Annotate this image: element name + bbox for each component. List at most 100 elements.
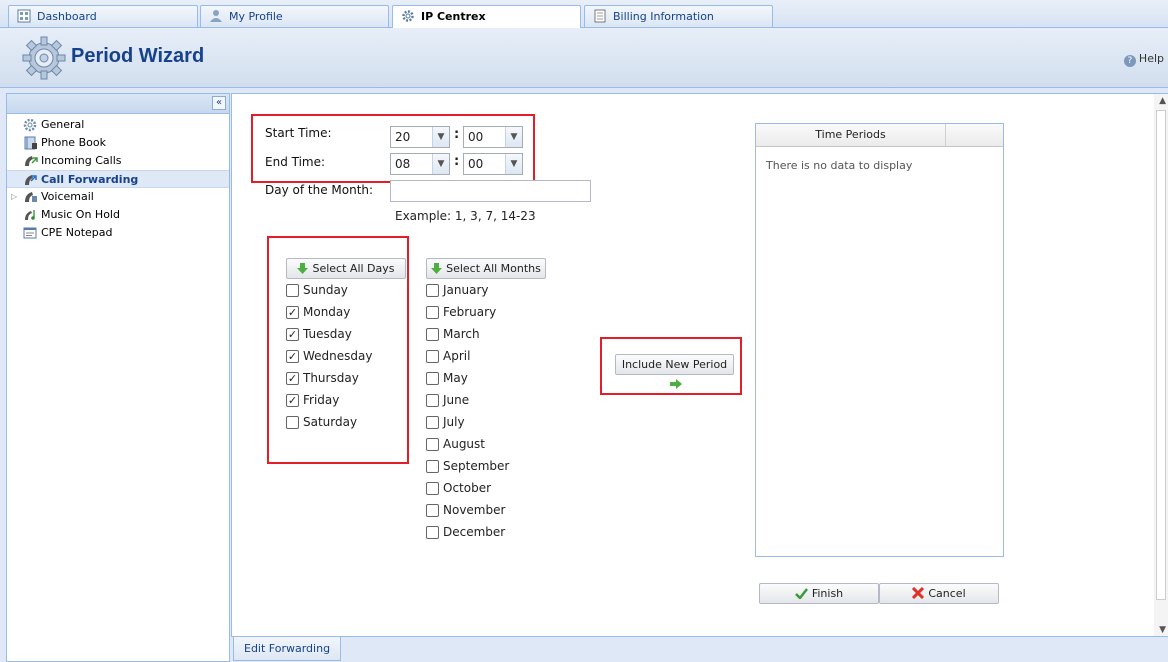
checkbox-label: May	[443, 371, 468, 385]
checkbox[interactable]	[426, 350, 439, 363]
checkbox[interactable]	[426, 416, 439, 429]
sidebar-item-label: Music On Hold	[41, 208, 120, 221]
checkbox-label: June	[443, 393, 470, 407]
month-checkbox-november[interactable]: November	[426, 501, 505, 519]
collapse-sidebar-button[interactable]: «	[212, 96, 226, 110]
scroll-down-arrow-icon[interactable]: ▼	[1159, 625, 1166, 635]
tab-my-profile[interactable]: My Profile	[200, 5, 389, 27]
call-forwarding-icon	[25, 175, 37, 185]
tab-billing-information[interactable]: Billing Information	[584, 5, 773, 27]
document-icon	[594, 9, 606, 23]
month-checkbox-october[interactable]: October	[426, 479, 491, 497]
help-icon: ?	[1123, 55, 1136, 67]
button-label: Cancel	[928, 587, 966, 600]
sidebar-item-voicemail[interactable]: ▷ Voicemail	[7, 188, 229, 206]
voicemail-icon	[25, 192, 37, 202]
sidebar-header: «	[7, 94, 229, 114]
checkbox[interactable]	[426, 526, 439, 539]
scroll-thumb[interactable]	[1156, 110, 1166, 600]
time-highlight-box	[251, 114, 535, 183]
day-of-month-example: Example: 1, 3, 7, 14-23	[395, 209, 536, 223]
month-checkbox-april[interactable]: April	[426, 347, 470, 365]
sidebar-item-incoming-calls[interactable]: Incoming Calls	[7, 152, 229, 170]
time-periods-column-header[interactable]: Time Periods	[756, 124, 946, 146]
vertical-scrollbar[interactable]: ▲ ▼	[1154, 94, 1168, 637]
checkbox[interactable]	[426, 504, 439, 517]
sidebar-item-label: Incoming Calls	[41, 154, 122, 167]
day-of-month-input[interactable]	[390, 180, 591, 202]
tab-label: IP Centrex	[421, 10, 486, 23]
help-link[interactable]: ? Help	[1123, 52, 1164, 67]
checkbox[interactable]	[426, 328, 439, 341]
month-checkbox-december[interactable]: December	[426, 523, 505, 541]
tab-label: Dashboard	[37, 10, 97, 23]
month-checkbox-january[interactable]: January	[426, 281, 489, 299]
checkbox[interactable]	[426, 460, 439, 473]
button-label: Select All Months	[446, 262, 541, 275]
gear-icon	[23, 118, 37, 132]
close-icon	[912, 587, 925, 599]
notepad-icon	[23, 227, 37, 239]
checkbox-label: October	[443, 481, 492, 495]
tab-ip-centrex[interactable]: IP Centrex	[392, 5, 581, 28]
checkbox[interactable]	[426, 482, 439, 495]
checkbox[interactable]	[426, 372, 439, 385]
month-checkbox-august[interactable]: August	[426, 435, 485, 453]
month-checkbox-september[interactable]: September	[426, 457, 509, 475]
tab-label: Billing Information	[613, 10, 714, 23]
checkbox-label: November	[443, 503, 506, 517]
main-panel: ▲ ▼ Start Time: 20 ▼ : 00 ▼ End Time: 08…	[231, 93, 1168, 637]
sidebar-item-label: CPE Notepad	[41, 226, 113, 239]
tab-label: Edit Forwarding	[244, 642, 331, 655]
checkbox-label: February	[443, 305, 497, 319]
button-label: Finish	[811, 587, 844, 600]
tab-label: My Profile	[229, 10, 283, 23]
music-icon	[25, 210, 35, 220]
finish-button[interactable]: Finish	[759, 583, 879, 604]
page-header: Period Wizard ? Help	[0, 28, 1168, 88]
month-checkbox-june[interactable]: June	[426, 391, 469, 409]
phonebook-icon	[24, 136, 37, 150]
checkbox[interactable]	[426, 284, 439, 297]
checkbox-label: September	[443, 459, 510, 473]
tab-dashboard[interactable]: Dashboard	[8, 5, 198, 27]
arrow-down-icon	[431, 263, 443, 274]
sidebar-item-label: Voicemail	[41, 190, 94, 203]
profile-icon	[210, 10, 222, 22]
checkbox[interactable]	[426, 438, 439, 451]
month-checkbox-july[interactable]: July	[426, 413, 465, 431]
checkbox-label: March	[443, 327, 480, 341]
sidebar-item-label: Phone Book	[41, 136, 106, 149]
sidebar-item-music-on-hold[interactable]: Music On Hold	[7, 206, 229, 224]
expand-arrow-icon[interactable]: ▷	[11, 188, 17, 206]
select-all-months-button[interactable]: Select All Months	[426, 258, 546, 279]
help-label: Help	[1138, 52, 1164, 65]
sidebar-item-call-forwarding[interactable]: Call Forwarding	[7, 170, 229, 188]
sidebar-item-cpe-notepad[interactable]: CPE Notepad	[7, 224, 229, 242]
cancel-button[interactable]: Cancel	[879, 583, 999, 604]
month-checkbox-march[interactable]: March	[426, 325, 480, 343]
days-highlight-box	[267, 236, 409, 464]
page-title: Period Wizard	[71, 45, 205, 67]
day-of-month-label: Day of the Month:	[265, 183, 374, 197]
checkbox-label: July	[443, 415, 465, 429]
top-tab-bar: Dashboard My Profile IP Centrex Billing …	[0, 0, 1168, 28]
tab-edit-forwarding[interactable]: Edit Forwarding	[233, 637, 342, 661]
checkbox[interactable]	[426, 306, 439, 319]
sidebar-item-label: Call Forwarding	[41, 173, 139, 186]
sidebar: « General Phone Book Incoming Calls Call…	[6, 93, 230, 662]
dashboard-icon	[17, 9, 31, 23]
checkbox-label: April	[443, 349, 471, 363]
empty-grid-message: There is no data to display	[766, 159, 913, 172]
incoming-calls-icon	[25, 156, 38, 166]
month-checkbox-february[interactable]: February	[426, 303, 496, 321]
checkbox-label: August	[443, 437, 485, 451]
sidebar-item-phone-book[interactable]: Phone Book	[7, 134, 229, 152]
checkbox-label: December	[443, 525, 506, 539]
scroll-up-arrow-icon[interactable]: ▲	[1159, 96, 1166, 106]
month-checkbox-may[interactable]: May	[426, 369, 468, 387]
gear-icon	[22, 36, 66, 80]
bottom-tab-bar: Edit Forwarding	[231, 636, 1168, 662]
sidebar-item-general[interactable]: General	[7, 116, 229, 134]
checkbox[interactable]	[426, 394, 439, 407]
